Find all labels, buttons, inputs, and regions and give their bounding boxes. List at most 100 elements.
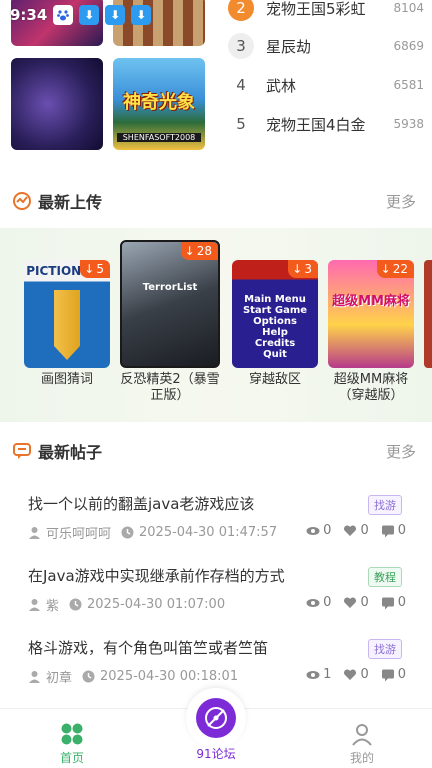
nav-home-label: 首页	[59, 751, 84, 765]
game-cover[interactable]: ↓ 28 TerrorList	[120, 240, 220, 368]
post-author: 可乐呵呵呵	[46, 527, 112, 542]
view-count: 0	[323, 523, 332, 538]
user-icon	[28, 526, 41, 539]
clock-icon	[69, 598, 82, 611]
game-cover[interactable]: ↓ 3 Main Menu Start Game Options Help Cre…	[232, 260, 318, 368]
game-card[interactable]: ↓ 22 超级MM麻将 超级MM麻将（穿越版）	[328, 260, 414, 404]
rank-item[interactable]: 5 宠物王国4白金 5938	[228, 106, 424, 142]
forum-compass-icon	[196, 698, 236, 738]
post-meta: 可乐呵呵呵 2025-04-30 01:47:57	[28, 523, 277, 542]
rank-game-name: 武林	[266, 76, 297, 95]
rank-count: 6581	[393, 78, 424, 92]
game-card[interactable]: ↓ 5 PICTIONARY 画图猜词	[24, 260, 110, 388]
post-stats: 0 0 0	[306, 595, 406, 610]
download-icon: ↓	[292, 262, 303, 276]
post-author: 紫	[46, 599, 60, 614]
heart-icon	[343, 668, 357, 682]
thumbnail-sub-text: SHENFASOFT2008	[117, 133, 201, 142]
user-icon	[28, 670, 41, 683]
comment-icon	[381, 524, 395, 538]
baidu-paw-icon	[53, 5, 74, 25]
download-icon: ↓	[84, 262, 95, 276]
clock-icon	[121, 526, 134, 539]
post-title[interactable]: 在Java游戏中实现继承前作存档的方式	[28, 565, 285, 586]
game-card[interactable]: ↓ 3 Main Menu Start Game Options Help Cre…	[232, 260, 318, 388]
download-icon: ↓	[184, 244, 195, 258]
section-title: 最新上传	[38, 193, 103, 212]
like-count: 0	[360, 595, 369, 610]
nav-me[interactable]: 我的	[322, 717, 402, 766]
latest-uploads-carousel[interactable]: ↓ 5 PICTIONARY 画图猜词 ↓ 28 TerrorList 反恐精英2（…	[0, 228, 432, 422]
more-link[interactable]: 更多	[386, 191, 416, 212]
download-count-badge: ↓ 28	[180, 242, 218, 260]
cover-text: TerrorList	[142, 282, 198, 293]
comment-icon	[381, 596, 395, 610]
user-profile-icon	[349, 721, 375, 747]
pencil-art	[54, 290, 80, 360]
game-cover[interactable]: ↓ 5 PICTIONARY	[24, 260, 110, 368]
game-cover[interactable]: ↓ 22 超级MM麻将	[328, 260, 414, 368]
eye-icon	[306, 668, 320, 682]
post-meta: 初章 2025-04-30 00:18:01	[28, 667, 238, 686]
game-title: 穿越敌区	[248, 372, 301, 387]
status-time: 9:34	[10, 6, 48, 24]
game-title: 反恐精英2（暴雪正版）	[120, 372, 220, 403]
post-item[interactable]: 找一个以前的翻盖java老游戏应该 找游 可乐呵呵呵 2025-04-30 01…	[0, 493, 432, 565]
comment-count: 0	[397, 595, 406, 610]
comment-count: 0	[397, 667, 406, 682]
rank-count: 6869	[393, 39, 424, 53]
game-thumbnail[interactable]: 神奇光象 SHENFASOFT2008	[113, 58, 205, 150]
post-item[interactable]: 在Java游戏中实现继承前作存档的方式 教程 紫 2025-04-30 01:0…	[0, 565, 432, 637]
nav-me-label: 我的	[349, 751, 374, 765]
post-stats: 0 0 0	[306, 523, 406, 538]
nav-home[interactable]: 首页	[32, 717, 112, 766]
game-cover-peek[interactable]	[424, 260, 432, 368]
game-title: 超级MM麻将（穿越版）	[333, 372, 409, 403]
download-icon: ↓	[380, 262, 391, 276]
user-icon	[28, 598, 41, 611]
game-title: 画图猜词	[40, 372, 93, 387]
forum-fab[interactable]	[186, 688, 246, 748]
heart-icon	[343, 596, 357, 610]
cover-text: 超级MM麻将	[332, 294, 410, 309]
rank-item[interactable]: 3 星辰劫 6869	[228, 28, 424, 64]
eye-icon	[306, 596, 320, 610]
comment-icon	[381, 668, 395, 682]
download-notification-icon: ⬇	[105, 5, 126, 25]
game-thumbnail[interactable]	[11, 58, 103, 150]
download-notification-icon: ⬇	[79, 5, 100, 25]
thumbnail-logo-text: 神奇光象	[123, 92, 195, 113]
post-title[interactable]: 找一个以前的翻盖java老游戏应该	[28, 493, 254, 514]
cover-text: Main Menu Start Game Options Help Credit…	[242, 294, 308, 360]
post-tag: 找游	[368, 495, 402, 515]
rank-item[interactable]: 4 武林 6581	[228, 67, 424, 103]
latest-posts-header: 最新帖子 更多	[0, 436, 432, 466]
rank-game-name: 星辰劫	[266, 37, 312, 56]
view-count: 1	[323, 667, 332, 682]
post-title[interactable]: 格斗游戏，有个角色叫笛竺或者竺笛	[28, 637, 268, 658]
comment-count: 0	[397, 523, 406, 538]
upload-clock-icon	[12, 191, 32, 211]
chat-bubble-icon	[12, 441, 32, 461]
rank-game-name: 宠物王国4白金	[266, 115, 366, 134]
rank-number: 3	[228, 33, 254, 59]
view-count: 0	[323, 595, 332, 610]
download-count-badge: ↓ 5	[80, 260, 110, 278]
rank-number: 4	[236, 76, 246, 94]
download-notification-icon: ⬇	[131, 5, 152, 25]
clock-icon	[82, 670, 95, 683]
eye-icon	[306, 524, 320, 538]
heart-icon	[343, 524, 357, 538]
post-stats: 1 0 0	[306, 667, 406, 682]
more-link[interactable]: 更多	[386, 441, 416, 462]
rank-count: 5938	[393, 117, 424, 131]
home-grid-icon	[59, 721, 85, 747]
rank-number: 5	[236, 115, 246, 133]
latest-uploads-header: 最新上传 更多	[0, 186, 432, 216]
download-count-badge: ↓ 22	[376, 260, 414, 278]
post-time: 2025-04-30 00:18:01	[100, 669, 239, 684]
download-count-badge: ↓ 3	[288, 260, 318, 278]
post-meta: 紫 2025-04-30 01:07:00	[28, 595, 225, 614]
section-title: 最新帖子	[38, 443, 103, 462]
game-card-selected[interactable]: ↓ 28 TerrorList 反恐精英2（暴雪正版）	[120, 240, 220, 404]
